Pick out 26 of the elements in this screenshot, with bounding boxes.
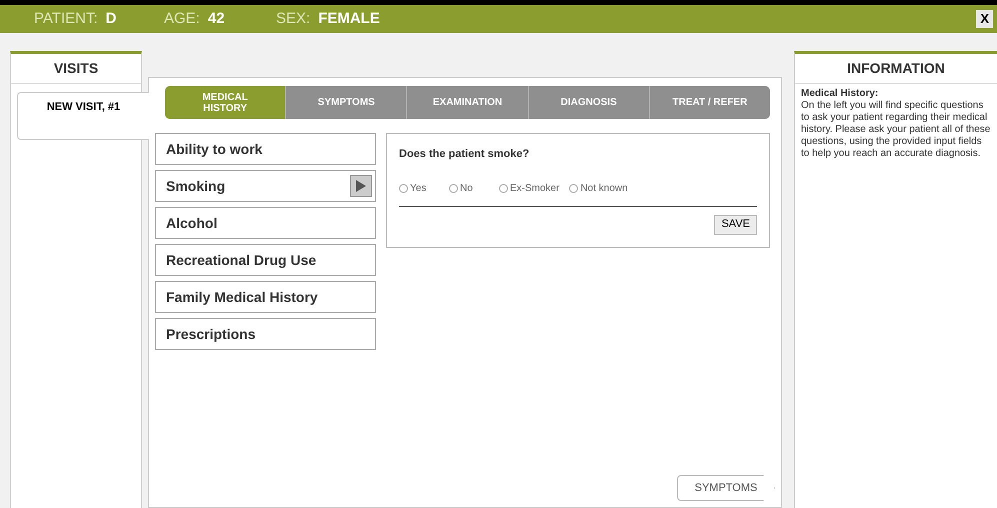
- field-value: 42: [208, 8, 225, 29]
- panel-title: INFORMATION: [795, 54, 997, 84]
- radio-option[interactable]: Ex-Smoker: [499, 180, 560, 196]
- field-label: PATIENT:: [34, 8, 98, 29]
- panel-title: VISITS: [11, 54, 141, 84]
- field-label: AGE:: [164, 8, 200, 29]
- close-button[interactable]: X: [976, 10, 993, 28]
- question-item[interactable]: Ability to work: [155, 133, 376, 165]
- field-value: FEMALE: [318, 8, 380, 29]
- radio-option[interactable]: Yes: [399, 180, 439, 196]
- visit-tab[interactable]: NEW VISIT, #1: [17, 92, 149, 140]
- question-item[interactable]: Family Medical History: [155, 281, 376, 313]
- question-item[interactable]: Prescriptions: [155, 318, 376, 350]
- play-icon: [350, 175, 372, 197]
- field-label: SEX:: [276, 8, 310, 29]
- save-button[interactable]: SAVE: [714, 214, 757, 234]
- info-text: On the left you will find specific questions to ask your patient regarding their medical history. Please ask your patient all of these questions, using the provided input fields to help you reach an accurate diagnosis.: [801, 100, 991, 160]
- question-item[interactable]: Recreational Drug Use: [155, 244, 376, 276]
- radio-option[interactable]: Not known: [569, 180, 628, 196]
- info-heading: Medical History:: [801, 88, 880, 100]
- question-item[interactable]: Alcohol: [155, 207, 376, 239]
- question-text: Does the patient smoke?: [399, 147, 530, 162]
- field-value: D: [106, 8, 116, 29]
- radio-option[interactable]: No: [449, 180, 489, 196]
- question-item[interactable]: Smoking: [155, 170, 376, 202]
- next-step-button[interactable]: SYMPTOMS: [677, 475, 775, 501]
